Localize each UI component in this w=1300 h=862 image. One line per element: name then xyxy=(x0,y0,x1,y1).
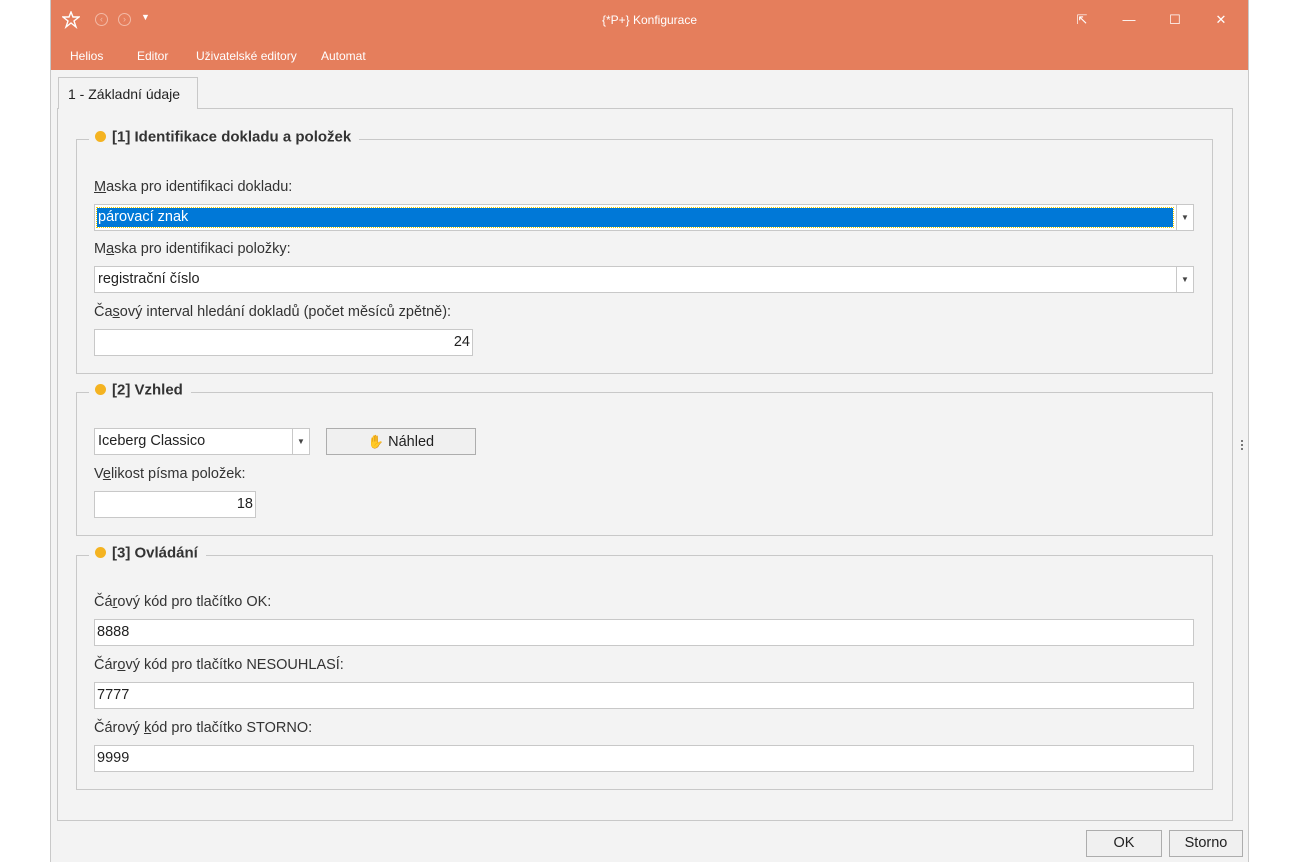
hand-icon: ✋ xyxy=(367,434,385,449)
maximize-button[interactable]: ☐ xyxy=(1152,6,1198,34)
storno-barcode-input[interactable]: 9999 xyxy=(94,745,1194,772)
menu-helios[interactable]: Helios xyxy=(70,49,103,63)
doc-mask-combobox[interactable]: párovací znak ▼ xyxy=(94,204,1194,231)
interval-input[interactable]: 24 xyxy=(94,329,473,356)
font-size-label: Velikost písma položek: xyxy=(94,466,246,482)
status-dot-icon xyxy=(95,384,106,396)
group-title: [2] Vzhled xyxy=(112,381,183,399)
ok-barcode-input[interactable]: 8888 xyxy=(94,619,1194,646)
nesouhlasi-barcode-label: Čárový kód pro tlačítko NESOUHLASÍ: xyxy=(94,657,344,673)
group-title: [1] Identifikace dokladu a položek xyxy=(112,128,352,146)
resize-grip-icon[interactable] xyxy=(1241,440,1243,452)
group-controls-legend: [3] Ovládání xyxy=(89,544,206,566)
nesouhlasi-barcode-input[interactable]: 7777 xyxy=(94,682,1194,709)
group-identification: [1] Identifikace dokladu a položek Maska… xyxy=(76,128,1213,374)
menu-editor[interactable]: Editor xyxy=(137,49,168,63)
group-appearance-legend: [2] Vzhled xyxy=(89,381,191,403)
menu-automat[interactable]: Automat xyxy=(321,49,366,63)
item-mask-value: registrační číslo xyxy=(98,271,200,287)
storno-barcode-label: Čárový kód pro tlačítko STORNO: xyxy=(94,720,313,736)
tab-panel: [1] Identifikace dokladu a položek Maska… xyxy=(57,108,1233,821)
theme-combobox[interactable]: Iceberg Classico ▼ xyxy=(94,428,310,455)
group-title: [3] Ovládání xyxy=(112,544,198,562)
doc-mask-value: párovací znak xyxy=(96,207,1174,228)
menu-uzivatelske-editory[interactable]: Uživatelské editory xyxy=(196,49,297,63)
close-button[interactable]: ✕ xyxy=(1198,6,1244,34)
font-size-input[interactable]: 18 xyxy=(94,491,256,518)
chevron-down-icon[interactable]: ▼ xyxy=(292,429,309,454)
chevron-down-icon[interactable]: ▼ xyxy=(1176,267,1193,292)
konfigurace-window: ‹ › ▼ {*P+} Konfigurace ⇱ — ☐ ✕ Helios E… xyxy=(51,0,1248,862)
storno-button[interactable]: Storno xyxy=(1169,830,1243,857)
ok-barcode-label: Čárový kód pro tlačítko OK: xyxy=(94,594,272,610)
item-mask-combobox[interactable]: registrační číslo ▼ xyxy=(94,266,1194,293)
ok-button[interactable]: OK xyxy=(1086,830,1162,857)
item-mask-label: Maska pro identifikaci položky: xyxy=(94,241,291,257)
group-identification-legend: [1] Identifikace dokladu a položek xyxy=(89,128,360,150)
title-bar[interactable]: ‹ › ▼ {*P+} Konfigurace ⇱ — ☐ ✕ xyxy=(51,0,1248,40)
tab-label: 1 - Základní údaje xyxy=(68,86,181,102)
preview-button[interactable]: ✋ Náhled xyxy=(326,428,476,455)
group-controls: [3] Ovládání Čárový kód pro tlačítko OK:… xyxy=(76,544,1213,790)
theme-value: Iceberg Classico xyxy=(98,433,206,449)
preview-button-label: Náhled xyxy=(388,434,435,450)
doc-mask-label: Maska pro identifikaci dokladu: xyxy=(94,179,293,195)
group-appearance: [2] Vzhled Iceberg Classico ▼ ✋ Náhled V… xyxy=(76,381,1213,536)
pin-icon[interactable]: ⇱ xyxy=(1059,6,1105,34)
status-dot-icon xyxy=(95,131,106,143)
interval-label: Časový interval hledání dokladů (počet m… xyxy=(94,304,452,320)
chevron-down-icon[interactable]: ▼ xyxy=(1176,205,1193,230)
status-dot-icon xyxy=(95,547,106,559)
tab-zakladni-udaje[interactable]: 1 - Základní údaje xyxy=(58,77,198,109)
minimize-button[interactable]: — xyxy=(1106,6,1152,34)
